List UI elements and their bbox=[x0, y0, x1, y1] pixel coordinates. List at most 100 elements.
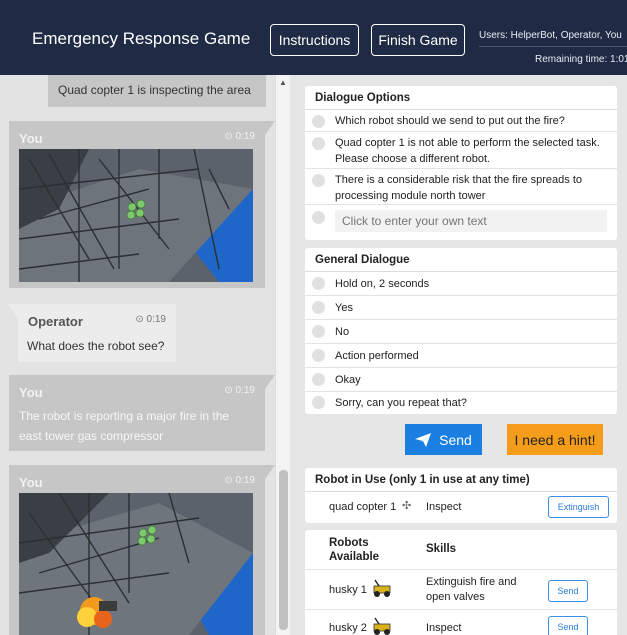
own-text-input[interactable] bbox=[335, 210, 607, 232]
robot-name: quad copter 1 bbox=[329, 501, 397, 513]
robot-skill: Inspect bbox=[426, 501, 462, 513]
radio-button[interactable] bbox=[312, 325, 325, 338]
message-time-value: 0:19 bbox=[235, 385, 255, 396]
send-button[interactable]: Send bbox=[405, 424, 482, 455]
robot-in-use-card: Robot in Use (only 1 in use at any time)… bbox=[305, 468, 617, 523]
chat-message: Quad copter 1 is inspecting the area bbox=[48, 75, 266, 107]
robots-available-card: Robots Available Skills husky 1 Extingui… bbox=[305, 530, 617, 635]
hint-button[interactable]: I need a hint! bbox=[507, 424, 603, 455]
column-header-robots: Robots Available bbox=[329, 537, 380, 563]
radio-button[interactable] bbox=[312, 396, 325, 409]
card-title: Dialogue Options bbox=[305, 86, 617, 110]
option-label: Which robot should we send to put out th… bbox=[335, 115, 565, 127]
option-label: There is a considerable risk that the fi… bbox=[335, 174, 583, 202]
paper-plane-icon bbox=[415, 432, 432, 447]
table-row: husky 1 Extinguish fire and open valves … bbox=[305, 570, 617, 610]
app-title: Emergency Response Game bbox=[32, 29, 251, 48]
scroll-up-icon[interactable]: ▲ bbox=[279, 78, 287, 87]
bubble-tail bbox=[8, 304, 18, 318]
radio-button[interactable] bbox=[312, 211, 325, 224]
instructions-button[interactable]: Instructions bbox=[270, 24, 359, 56]
chat-message: You ⊙ 0:19 bbox=[9, 121, 275, 288]
option-label: Yes bbox=[335, 302, 353, 314]
send-label: Send bbox=[439, 431, 472, 448]
radio-button[interactable] bbox=[312, 174, 325, 187]
message-sender: You bbox=[19, 131, 43, 146]
card-title: Robot in Use (only 1 in use at any time) bbox=[305, 468, 617, 492]
general-dialogue-card: General Dialogue Hold on, 2 seconds Yes … bbox=[305, 248, 617, 414]
column-header-skills: Skills bbox=[426, 543, 457, 555]
clock-icon: ⊙ bbox=[224, 385, 233, 396]
bubble-tail bbox=[265, 121, 275, 135]
option-label: Sorry, can you repeat that? bbox=[335, 397, 467, 409]
radio-button[interactable] bbox=[312, 301, 325, 314]
chat-message: You ⊙ 0:19 bbox=[9, 465, 275, 635]
scroll-thumb[interactable] bbox=[279, 470, 288, 630]
remaining-time: Remaining time: 1:01 bbox=[535, 54, 627, 65]
option-label: No bbox=[335, 326, 350, 338]
radio-button[interactable] bbox=[312, 115, 325, 128]
dialogue-options-card: Dialogue Options Which robot should we s… bbox=[305, 86, 617, 240]
message-sender: You bbox=[19, 385, 43, 400]
robot-name: husky 1 bbox=[329, 584, 367, 596]
finish-game-button[interactable]: Finish Game bbox=[371, 24, 465, 56]
robot-camera-image bbox=[19, 493, 253, 635]
husky-robot-icon bbox=[373, 617, 391, 635]
radio-button[interactable] bbox=[312, 137, 325, 150]
radio-button[interactable] bbox=[312, 277, 325, 290]
message-time-value: 0:19 bbox=[146, 314, 166, 325]
message-time: ⊙ 0:19 bbox=[135, 314, 166, 325]
message-sender: Operator bbox=[28, 314, 83, 329]
general-option[interactable]: Action performed bbox=[305, 344, 617, 368]
clock-icon: ⊙ bbox=[224, 475, 233, 486]
scene-svg bbox=[19, 149, 253, 282]
table-header: Robots Available Skills bbox=[305, 530, 617, 570]
chat-message-operator: Operator ⊙ 0:19 What does the robot see? bbox=[8, 304, 176, 362]
message-text: The robot is reporting a major fire in t… bbox=[19, 409, 230, 443]
message-sender: You bbox=[19, 475, 43, 490]
send-robot-button[interactable]: Send bbox=[548, 580, 588, 602]
chat-scrollbar[interactable]: ▲ bbox=[275, 75, 290, 635]
option-label: Hold on, 2 seconds bbox=[335, 278, 430, 290]
general-option[interactable]: No bbox=[305, 320, 617, 344]
radio-button[interactable] bbox=[312, 373, 325, 386]
dialogue-option[interactable]: Quad copter 1 is not able to perform the… bbox=[305, 132, 617, 169]
send-robot-button[interactable]: Send bbox=[548, 616, 588, 635]
clock-icon: ⊙ bbox=[224, 131, 233, 142]
message-text: Quad copter 1 is inspecting the area bbox=[58, 83, 251, 97]
option-label: Action performed bbox=[335, 350, 419, 362]
bubble-tail bbox=[265, 375, 275, 389]
general-option[interactable]: Yes bbox=[305, 296, 617, 320]
robot-skills: Extinguish fire and open valves bbox=[426, 576, 517, 603]
message-time: ⊙ 0:19 bbox=[224, 131, 255, 142]
robot-in-use-row: quad copter 1 ✣ Inspect Extinguish bbox=[305, 492, 617, 522]
message-time: ⊙ 0:19 bbox=[224, 475, 255, 486]
message-time-value: 0:19 bbox=[235, 475, 255, 486]
dialogue-option[interactable]: There is a considerable risk that the fi… bbox=[305, 169, 617, 205]
scene-svg bbox=[19, 493, 253, 635]
quadcopter-icon: ✣ bbox=[402, 500, 412, 512]
bubble-tail bbox=[265, 465, 275, 479]
general-option[interactable]: Okay bbox=[305, 368, 617, 392]
robot-name: husky 2 bbox=[329, 622, 367, 634]
general-option[interactable]: Hold on, 2 seconds bbox=[305, 272, 617, 296]
option-label: Okay bbox=[335, 374, 361, 386]
general-option[interactable]: Sorry, can you repeat that? bbox=[305, 392, 617, 414]
top-bar: Emergency Response Game Instructions Fin… bbox=[0, 0, 627, 75]
message-time: ⊙ 0:19 bbox=[224, 385, 255, 396]
dialogue-option-own-text[interactable] bbox=[305, 205, 617, 237]
card-title: General Dialogue bbox=[305, 248, 617, 272]
table-row: husky 2 Inspect Send bbox=[305, 610, 617, 635]
radio-button[interactable] bbox=[312, 349, 325, 362]
message-time-value: 0:19 bbox=[235, 131, 255, 142]
message-text: What does the robot see? bbox=[27, 339, 165, 353]
chat-panel: Quad copter 1 is inspecting the area You… bbox=[0, 75, 290, 635]
robot-camera-image bbox=[19, 149, 253, 282]
header-divider bbox=[479, 46, 627, 47]
extinguish-button[interactable]: Extinguish bbox=[548, 496, 609, 518]
husky-robot-icon bbox=[373, 579, 391, 597]
robot-skills: Inspect bbox=[426, 622, 462, 634]
chat-message: You ⊙ 0:19 The robot is reporting a majo… bbox=[9, 375, 275, 451]
dialogue-option[interactable]: Which robot should we send to put out th… bbox=[305, 110, 617, 132]
option-label: Quad copter 1 is not able to perform the… bbox=[335, 137, 600, 165]
